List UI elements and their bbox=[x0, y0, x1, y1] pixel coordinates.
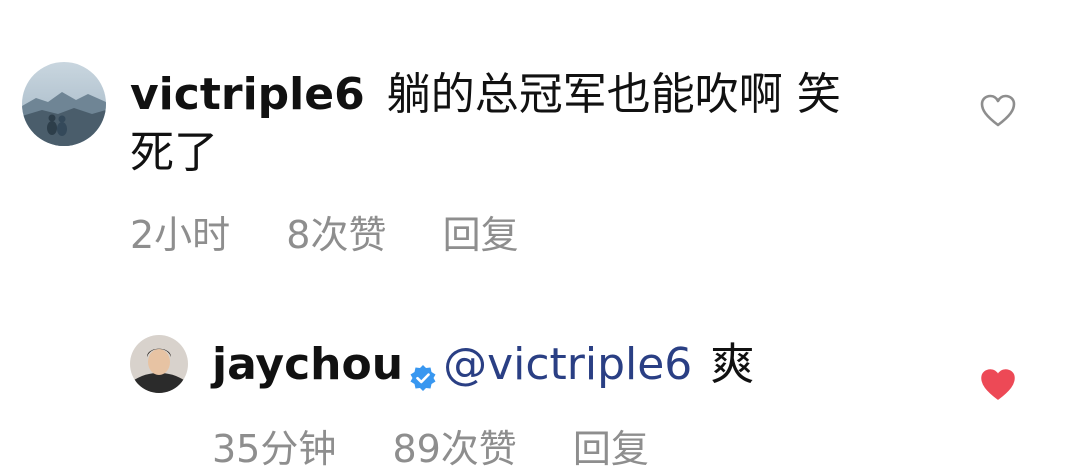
reply-item: jaychou @victriple6 爽 35分钟 89次赞 回复 bbox=[0, 280, 1071, 471]
reply-mention-link[interactable]: @victriple6 bbox=[443, 339, 692, 390]
reply-username[interactable]: jaychou bbox=[212, 339, 403, 390]
verified-badge-icon bbox=[409, 349, 437, 391]
comment-like-count[interactable]: 8次赞 bbox=[286, 212, 386, 258]
person-avatar-icon bbox=[130, 335, 188, 393]
comment-username[interactable]: victriple6 bbox=[130, 69, 365, 120]
comment-body-line2: 死了 bbox=[130, 127, 218, 178]
like-button[interactable] bbox=[980, 94, 1016, 128]
landscape-avatar-icon bbox=[22, 62, 106, 146]
like-button[interactable] bbox=[980, 368, 1016, 402]
comment-text: victriple6 躺的总冠军也能吹啊 笑 bbox=[130, 66, 841, 124]
comment-meta: 2小时 8次赞 回复 bbox=[130, 212, 519, 258]
reply-meta: 35分钟 89次赞 回复 bbox=[212, 426, 649, 472]
comment-text-continued: 死了 bbox=[130, 124, 218, 182]
reply-button[interactable]: 回复 bbox=[573, 426, 649, 472]
avatar[interactable] bbox=[130, 335, 188, 393]
reply-text: jaychou @victriple6 爽 bbox=[212, 336, 754, 394]
avatar[interactable] bbox=[22, 62, 106, 146]
comment-timestamp: 2小时 bbox=[130, 213, 231, 257]
reply-button[interactable]: 回复 bbox=[443, 212, 519, 258]
comment-item: victriple6 躺的总冠军也能吹啊 笑 死了 2小时 8次赞 回复 bbox=[0, 0, 1071, 280]
reply-timestamp: 35分钟 bbox=[212, 427, 337, 471]
reply-like-count[interactable]: 89次赞 bbox=[392, 426, 516, 472]
heart-outline-icon bbox=[980, 94, 1016, 127]
reply-body: 爽 bbox=[710, 339, 755, 390]
heart-filled-icon bbox=[981, 369, 1015, 400]
comment-body-line1: 躺的总冠军也能吹啊 笑 bbox=[386, 69, 841, 120]
